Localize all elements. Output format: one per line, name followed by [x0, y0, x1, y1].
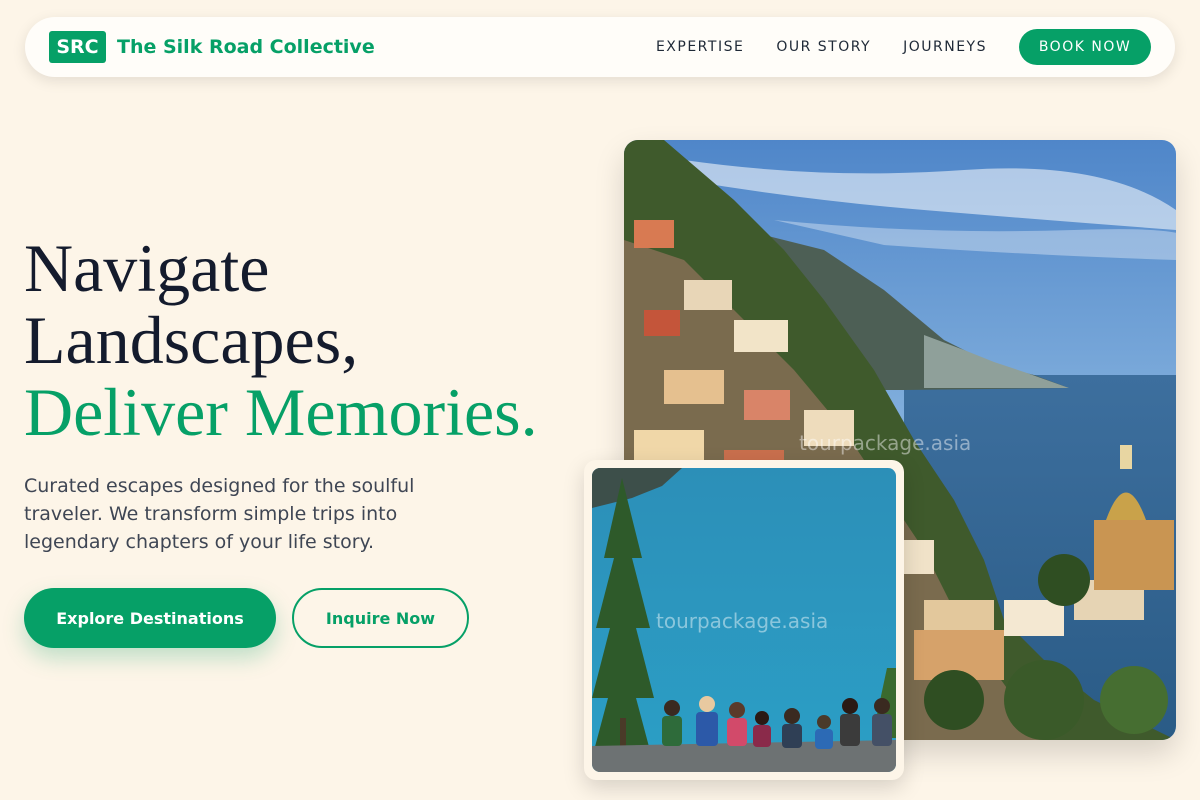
secondary-photo-watermark: tourpackage.asia [656, 609, 828, 633]
nav-link-our-story[interactable]: OUR STORY [776, 39, 871, 55]
headline-line-1: Navigate [24, 230, 270, 306]
inquire-now-button[interactable]: Inquire Now [292, 588, 469, 648]
book-now-button[interactable]: BOOK NOW [1019, 29, 1151, 65]
brand-name[interactable]: The Silk Road Collective [117, 36, 375, 58]
nav-links: EXPERTISE OUR STORY JOURNEYS BOOK NOW [624, 29, 1151, 65]
main-photo-watermark: tourpackage.asia [799, 431, 971, 455]
nav-link-expertise[interactable]: EXPERTISE [656, 39, 744, 55]
top-navbar: SRC The Silk Road Collective EXPERTISE O… [25, 17, 1175, 77]
headline-line-2: Landscapes, [24, 302, 359, 378]
lake-hikers-photo-card: tourpackage.asia [584, 460, 904, 780]
lake-hikers-photo: tourpackage.asia [592, 468, 896, 772]
hero-subtitle: Curated escapes designed for the soulful… [24, 475, 415, 553]
brand[interactable]: SRC The Silk Road Collective [49, 31, 375, 63]
hero-headline: Navigate Landscapes, Deliver Memories. [24, 232, 538, 448]
lake-hikers-illustration: tourpackage.asia [592, 468, 896, 772]
nav-link-journeys[interactable]: JOURNEYS [903, 39, 987, 55]
logo-badge[interactable]: SRC [49, 31, 106, 63]
headline-accent: Deliver Memories. [24, 374, 538, 450]
explore-destinations-button[interactable]: Explore Destinations [24, 588, 276, 648]
